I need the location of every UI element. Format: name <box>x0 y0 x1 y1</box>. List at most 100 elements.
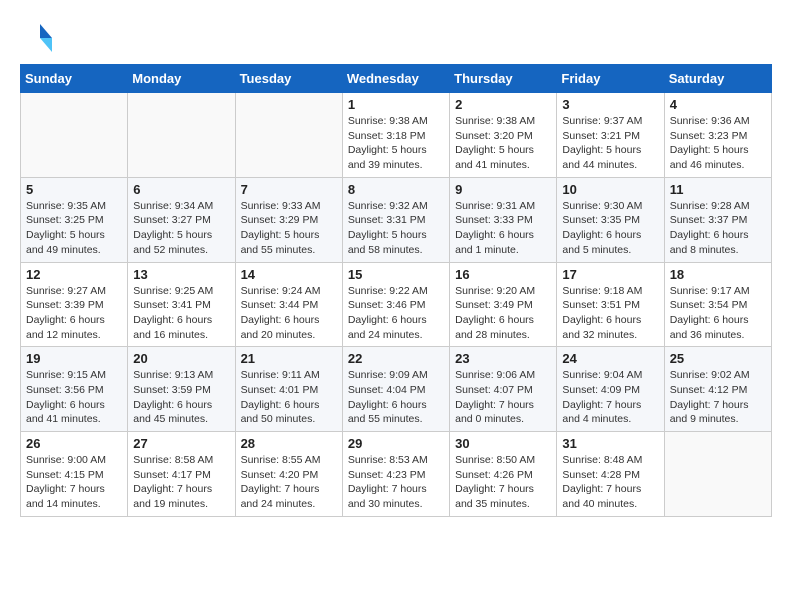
day-number: 14 <box>241 267 337 282</box>
calendar-cell: 15 Sunrise: 9:22 AM Sunset: 3:46 PM Dayli… <box>342 262 449 347</box>
weekday-header-row: SundayMondayTuesdayWednesdayThursdayFrid… <box>21 65 772 93</box>
calendar-cell: 17 Sunrise: 9:18 AM Sunset: 3:51 PM Dayli… <box>557 262 664 347</box>
day-number: 22 <box>348 351 444 366</box>
day-number: 26 <box>26 436 122 451</box>
calendar-cell: 28Sunrise: 8:55 AM Sunset: 4:20 PM Dayli… <box>235 432 342 517</box>
calendar-cell: 22Sunrise: 9:09 AM Sunset: 4:04 PM Dayli… <box>342 347 449 432</box>
day-number: 3 <box>562 97 658 112</box>
calendar-cell: 29 Sunrise: 8:53 AM Sunset: 4:23 PM Dayli… <box>342 432 449 517</box>
day-number: 7 <box>241 182 337 197</box>
calendar-cell <box>21 93 128 178</box>
day-info: Sunrise: 9:15 AM Sunset: 3:56 PM Dayligh… <box>26 368 122 427</box>
calendar-cell: 27 Sunrise: 8:58 AM Sunset: 4:17 PM Dayli… <box>128 432 235 517</box>
weekday-header-monday: Monday <box>128 65 235 93</box>
day-info: Sunrise: 9:36 AM Sunset: 3:23 PM Dayligh… <box>670 114 766 173</box>
day-info: Sunrise: 9:35 AM Sunset: 3:25 PM Dayligh… <box>26 199 122 258</box>
calendar-cell: 26 Sunrise: 9:00 AM Sunset: 4:15 PM Dayli… <box>21 432 128 517</box>
day-number: 28 <box>241 436 337 451</box>
header <box>20 20 772 56</box>
calendar-cell: 19Sunrise: 9:15 AM Sunset: 3:56 PM Dayli… <box>21 347 128 432</box>
weekday-header-saturday: Saturday <box>664 65 771 93</box>
calendar-cell: 2Sunrise: 9:38 AM Sunset: 3:20 PM Daylig… <box>450 93 557 178</box>
day-number: 10 <box>562 182 658 197</box>
day-number: 13 <box>133 267 229 282</box>
week-row-0: 1 Sunrise: 9:38 AM Sunset: 3:18 PM Daylig… <box>21 93 772 178</box>
calendar-cell <box>128 93 235 178</box>
calendar-cell: 25 Sunrise: 9:02 AM Sunset: 4:12 PM Dayli… <box>664 347 771 432</box>
calendar-cell: 23 Sunrise: 9:06 AM Sunset: 4:07 PM Dayli… <box>450 347 557 432</box>
day-number: 31 <box>562 436 658 451</box>
week-row-4: 26 Sunrise: 9:00 AM Sunset: 4:15 PM Dayli… <box>21 432 772 517</box>
calendar-cell: 31Sunrise: 8:48 AM Sunset: 4:28 PM Dayli… <box>557 432 664 517</box>
day-number: 18 <box>670 267 766 282</box>
week-row-3: 19Sunrise: 9:15 AM Sunset: 3:56 PM Dayli… <box>21 347 772 432</box>
day-info: Sunrise: 9:30 AM Sunset: 3:35 PM Dayligh… <box>562 199 658 258</box>
weekday-header-thursday: Thursday <box>450 65 557 93</box>
day-number: 27 <box>133 436 229 451</box>
day-info: Sunrise: 8:53 AM Sunset: 4:23 PM Dayligh… <box>348 453 444 512</box>
day-info: Sunrise: 8:58 AM Sunset: 4:17 PM Dayligh… <box>133 453 229 512</box>
day-number: 20 <box>133 351 229 366</box>
calendar-cell: 5 Sunrise: 9:35 AM Sunset: 3:25 PM Daylig… <box>21 177 128 262</box>
day-info: Sunrise: 9:22 AM Sunset: 3:46 PM Dayligh… <box>348 284 444 343</box>
day-number: 6 <box>133 182 229 197</box>
day-info: Sunrise: 9:25 AM Sunset: 3:41 PM Dayligh… <box>133 284 229 343</box>
day-info: Sunrise: 9:34 AM Sunset: 3:27 PM Dayligh… <box>133 199 229 258</box>
calendar-cell: 7 Sunrise: 9:33 AM Sunset: 3:29 PM Daylig… <box>235 177 342 262</box>
day-number: 4 <box>670 97 766 112</box>
week-row-1: 5 Sunrise: 9:35 AM Sunset: 3:25 PM Daylig… <box>21 177 772 262</box>
day-number: 29 <box>348 436 444 451</box>
day-info: Sunrise: 9:11 AM Sunset: 4:01 PM Dayligh… <box>241 368 337 427</box>
day-info: Sunrise: 8:50 AM Sunset: 4:26 PM Dayligh… <box>455 453 551 512</box>
calendar-cell <box>664 432 771 517</box>
day-info: Sunrise: 9:13 AM Sunset: 3:59 PM Dayligh… <box>133 368 229 427</box>
day-number: 25 <box>670 351 766 366</box>
calendar-cell: 24 Sunrise: 9:04 AM Sunset: 4:09 PM Dayli… <box>557 347 664 432</box>
calendar-cell: 18 Sunrise: 9:17 AM Sunset: 3:54 PM Dayli… <box>664 262 771 347</box>
day-number: 5 <box>26 182 122 197</box>
calendar-cell: 11 Sunrise: 9:28 AM Sunset: 3:37 PM Dayli… <box>664 177 771 262</box>
day-number: 24 <box>562 351 658 366</box>
day-info: Sunrise: 9:04 AM Sunset: 4:09 PM Dayligh… <box>562 368 658 427</box>
day-info: Sunrise: 9:00 AM Sunset: 4:15 PM Dayligh… <box>26 453 122 512</box>
day-number: 21 <box>241 351 337 366</box>
calendar-cell: 9Sunrise: 9:31 AM Sunset: 3:33 PM Daylig… <box>450 177 557 262</box>
calendar-cell: 16Sunrise: 9:20 AM Sunset: 3:49 PM Dayli… <box>450 262 557 347</box>
day-info: Sunrise: 9:18 AM Sunset: 3:51 PM Dayligh… <box>562 284 658 343</box>
day-info: Sunrise: 9:33 AM Sunset: 3:29 PM Dayligh… <box>241 199 337 258</box>
day-number: 23 <box>455 351 551 366</box>
weekday-header-wednesday: Wednesday <box>342 65 449 93</box>
weekday-header-friday: Friday <box>557 65 664 93</box>
weekday-header-sunday: Sunday <box>21 65 128 93</box>
calendar-cell: 6 Sunrise: 9:34 AM Sunset: 3:27 PM Daylig… <box>128 177 235 262</box>
day-info: Sunrise: 9:27 AM Sunset: 3:39 PM Dayligh… <box>26 284 122 343</box>
day-number: 1 <box>348 97 444 112</box>
calendar-cell <box>235 93 342 178</box>
day-number: 15 <box>348 267 444 282</box>
day-info: Sunrise: 9:37 AM Sunset: 3:21 PM Dayligh… <box>562 114 658 173</box>
day-number: 11 <box>670 182 766 197</box>
day-info: Sunrise: 9:38 AM Sunset: 3:20 PM Dayligh… <box>455 114 551 173</box>
day-number: 30 <box>455 436 551 451</box>
day-info: Sunrise: 9:17 AM Sunset: 3:54 PM Dayligh… <box>670 284 766 343</box>
logo <box>20 20 60 56</box>
day-number: 12 <box>26 267 122 282</box>
page: SundayMondayTuesdayWednesdayThursdayFrid… <box>0 0 792 527</box>
day-number: 17 <box>562 267 658 282</box>
day-info: Sunrise: 9:02 AM Sunset: 4:12 PM Dayligh… <box>670 368 766 427</box>
calendar-cell: 21 Sunrise: 9:11 AM Sunset: 4:01 PM Dayli… <box>235 347 342 432</box>
day-info: Sunrise: 9:28 AM Sunset: 3:37 PM Dayligh… <box>670 199 766 258</box>
calendar: SundayMondayTuesdayWednesdayThursdayFrid… <box>20 64 772 517</box>
weekday-header-tuesday: Tuesday <box>235 65 342 93</box>
calendar-cell: 3 Sunrise: 9:37 AM Sunset: 3:21 PM Daylig… <box>557 93 664 178</box>
calendar-cell: 20 Sunrise: 9:13 AM Sunset: 3:59 PM Dayli… <box>128 347 235 432</box>
day-info: Sunrise: 9:24 AM Sunset: 3:44 PM Dayligh… <box>241 284 337 343</box>
day-number: 8 <box>348 182 444 197</box>
day-info: Sunrise: 9:38 AM Sunset: 3:18 PM Dayligh… <box>348 114 444 173</box>
day-info: Sunrise: 9:20 AM Sunset: 3:49 PM Dayligh… <box>455 284 551 343</box>
calendar-cell: 8Sunrise: 9:32 AM Sunset: 3:31 PM Daylig… <box>342 177 449 262</box>
calendar-cell: 1 Sunrise: 9:38 AM Sunset: 3:18 PM Daylig… <box>342 93 449 178</box>
calendar-cell: 13 Sunrise: 9:25 AM Sunset: 3:41 PM Dayli… <box>128 262 235 347</box>
day-info: Sunrise: 9:06 AM Sunset: 4:07 PM Dayligh… <box>455 368 551 427</box>
calendar-cell: 10 Sunrise: 9:30 AM Sunset: 3:35 PM Dayli… <box>557 177 664 262</box>
